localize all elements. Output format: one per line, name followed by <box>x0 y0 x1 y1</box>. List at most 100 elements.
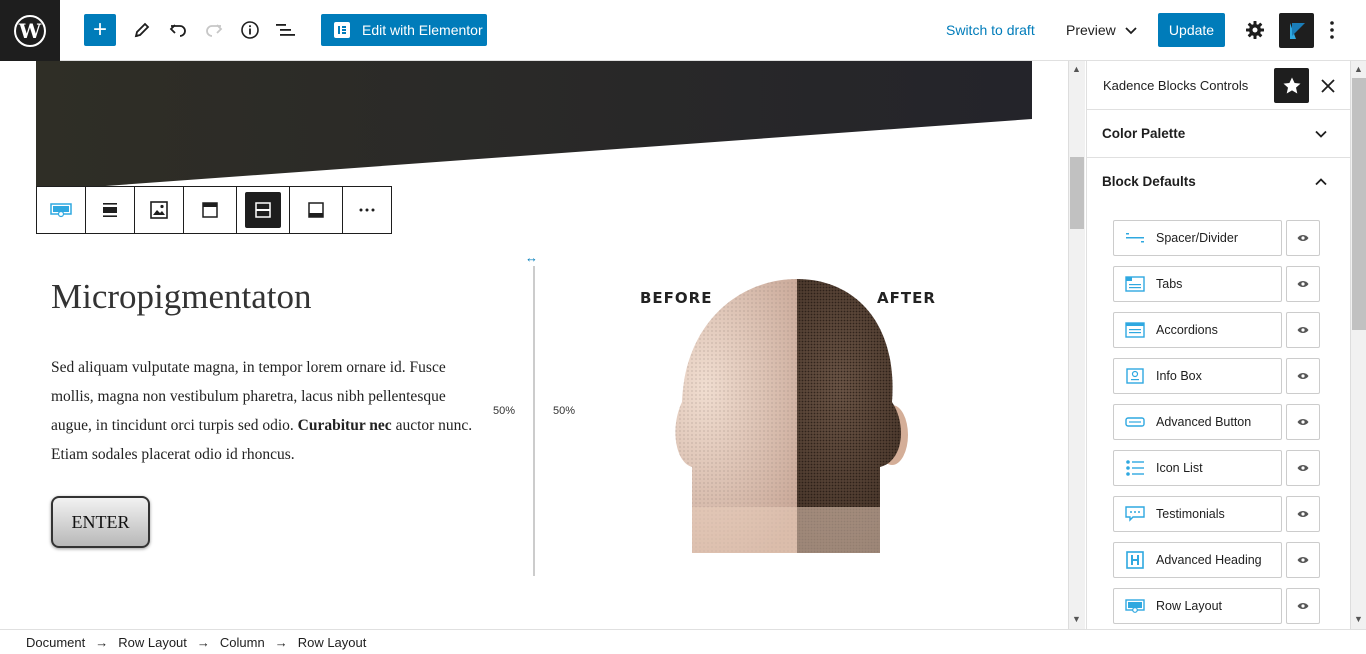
top-divider-icon <box>202 202 218 218</box>
block-name: Tabs <box>1156 277 1183 291</box>
column-divider[interactable] <box>533 266 535 576</box>
breadcrumb-separator: → <box>95 634 109 650</box>
paragraph-bold-text: Curabitur nec <box>297 417 392 434</box>
info-box-icon <box>1124 367 1146 385</box>
list-view-icon <box>276 24 295 36</box>
close-sidebar-button[interactable] <box>1315 73 1341 99</box>
paragraph-line-3-text: augue, in tincidunt orci turpis sed odio… <box>51 417 294 434</box>
heading-icon <box>1124 551 1146 569</box>
sidebar-scrollbar[interactable]: ▲ ▼ <box>1350 61 1366 629</box>
add-block-button[interactable]: + <box>84 14 116 46</box>
button-icon <box>1124 413 1146 431</box>
block-type-button[interactable] <box>37 187 86 233</box>
visibility-toggle[interactable] <box>1286 542 1320 578</box>
section-heading[interactable]: Micropigmentaton <box>51 277 312 317</box>
middle-divider-icon <box>255 202 271 218</box>
chevron-down-icon <box>1315 130 1327 138</box>
scroll-down-arrow-icon[interactable]: ▼ <box>1354 614 1363 624</box>
preview-button[interactable]: Preview <box>1066 22 1138 38</box>
visibility-toggle[interactable] <box>1286 220 1320 256</box>
block-name: Accordions <box>1156 323 1218 337</box>
block-name: Advanced Heading <box>1156 553 1262 567</box>
block-defaults-panel[interactable]: Block Defaults <box>1087 158 1350 206</box>
middle-divider-button[interactable] <box>237 187 290 233</box>
block-settings-button[interactable]: Spacer/Divider <box>1113 220 1282 256</box>
plus-icon: + <box>92 16 107 43</box>
edit-with-elementor-button[interactable]: Edit with Elementor <box>321 14 487 46</box>
paragraph-line-3-end: auctor nunc. <box>395 417 473 434</box>
after-label: AFTER <box>877 289 936 307</box>
redo-button[interactable] <box>200 16 228 44</box>
block-name: Spacer/Divider <box>1156 231 1238 245</box>
block-settings-button[interactable]: Advanced Heading <box>1113 542 1282 578</box>
info-icon <box>241 21 259 39</box>
chevron-up-icon <box>1315 178 1327 186</box>
edit-tool-button[interactable] <box>128 16 156 44</box>
scroll-up-arrow-icon[interactable]: ▲ <box>1072 64 1081 74</box>
bottom-divider-button[interactable] <box>290 187 343 233</box>
sidebar-scroll-thumb[interactable] <box>1352 78 1366 330</box>
canvas-scrollbar[interactable]: ▲ ▼ <box>1068 61 1085 629</box>
block-settings-button[interactable]: Info Box <box>1113 358 1282 394</box>
top-divider-button[interactable] <box>184 187 237 233</box>
icon-list-icon <box>1124 459 1146 477</box>
block-settings-button[interactable]: Accordions <box>1113 312 1282 348</box>
before-after-image[interactable]: BEFORE AFTER <box>630 277 940 553</box>
background-image-button[interactable] <box>135 187 184 233</box>
align-button[interactable] <box>86 187 135 233</box>
details-button[interactable] <box>236 16 264 44</box>
wordpress-icon: W <box>14 14 46 47</box>
block-item-spacer-divider: Spacer/Divider <box>1113 220 1320 256</box>
column-resize-handle[interactable]: ↔ <box>525 250 538 265</box>
wordpress-logo-button[interactable]: W <box>0 0 60 61</box>
update-button[interactable]: Update <box>1158 13 1225 47</box>
block-settings-button[interactable]: Testimonials <box>1113 496 1282 532</box>
visibility-toggle[interactable] <box>1286 404 1320 440</box>
breadcrumb-item-column[interactable]: Column <box>220 635 265 650</box>
block-item-tabs: Tabs <box>1113 266 1320 302</box>
block-item-testimonials: Testimonials <box>1113 496 1320 532</box>
paragraph-line-2: mollis, magna non vestibulum pharetra, l… <box>51 388 446 405</box>
scroll-down-arrow-icon[interactable]: ▼ <box>1072 614 1081 624</box>
breadcrumb-item-document[interactable]: Document <box>26 635 85 650</box>
tabs-icon <box>1124 275 1146 293</box>
list-view-button[interactable] <box>272 16 300 44</box>
favorite-button[interactable] <box>1274 68 1309 103</box>
breadcrumb-item-row-layout[interactable]: Row Layout <box>118 635 187 650</box>
kadence-blocks-button[interactable] <box>1279 13 1314 48</box>
editor-header: W + Edit with Elementor Switch to draft … <box>0 0 1366 61</box>
scroll-up-arrow-icon[interactable]: ▲ <box>1354 64 1363 74</box>
visibility-toggle[interactable] <box>1286 266 1320 302</box>
settings-button[interactable] <box>1242 17 1268 43</box>
section-paragraph[interactable]: Sed aliquam vulputate magna, in tempor l… <box>51 353 481 469</box>
more-options-button[interactable] <box>1320 17 1344 43</box>
visibility-toggle[interactable] <box>1286 496 1320 532</box>
block-settings-button[interactable]: Icon List <box>1113 450 1282 486</box>
block-settings-button[interactable]: Row Layout <box>1113 588 1282 624</box>
color-palette-panel[interactable]: Color Palette <box>1087 110 1350 158</box>
kadence-sidebar: Kadence Blocks Controls Color Palette Bl… <box>1086 61 1350 629</box>
block-settings-button[interactable]: Advanced Button <box>1113 404 1282 440</box>
visibility-toggle[interactable] <box>1286 450 1320 486</box>
undo-button[interactable] <box>164 16 192 44</box>
eye-icon <box>1297 419 1309 425</box>
visibility-toggle[interactable] <box>1286 358 1320 394</box>
block-item-advanced-heading: Advanced Heading <box>1113 542 1320 578</box>
block-settings-button[interactable]: Tabs <box>1113 266 1282 302</box>
visibility-toggle[interactable] <box>1286 588 1320 624</box>
visibility-toggle[interactable] <box>1286 312 1320 348</box>
row-layout-icon <box>1124 597 1146 615</box>
left-column-width: 50% <box>493 405 516 417</box>
switch-to-draft-button[interactable]: Switch to draft <box>946 22 1035 38</box>
eye-icon <box>1297 327 1309 333</box>
spacer-icon <box>1124 229 1146 247</box>
block-toolbar <box>36 186 392 234</box>
block-item-accordions: Accordions <box>1113 312 1320 348</box>
more-block-options-button[interactable] <box>343 187 391 233</box>
enter-button[interactable]: ENTER <box>51 496 150 548</box>
breadcrumb-item-row-layout-current[interactable]: Row Layout <box>298 635 367 650</box>
canvas-scroll-thumb[interactable] <box>1070 157 1084 229</box>
middle-divider-active <box>245 192 281 228</box>
gear-icon <box>1246 21 1264 39</box>
image-icon <box>150 201 168 219</box>
